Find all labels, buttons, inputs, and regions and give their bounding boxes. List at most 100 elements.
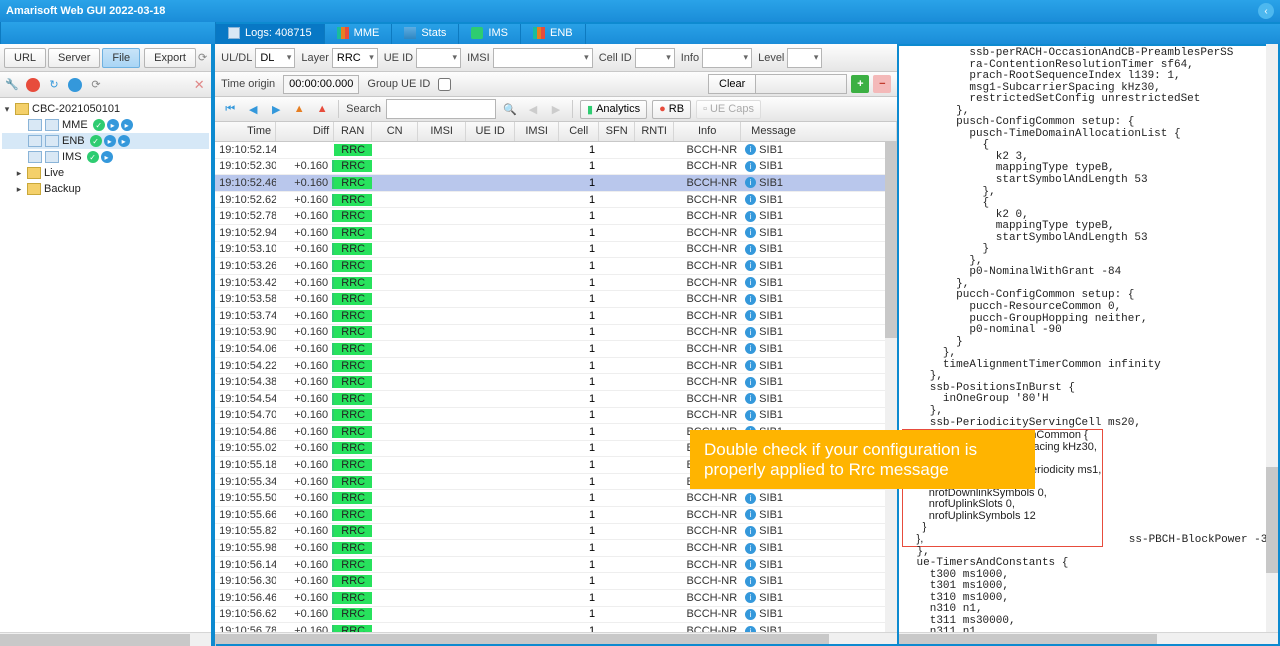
col-message[interactable]: Message — [741, 122, 897, 141]
col-rnti[interactable]: RNTI — [635, 122, 674, 141]
file-tree: ▾ CBC-2021050101 MME✓▸▸ENB✓▸▸IMS✓▸ ▸ Liv… — [0, 98, 211, 632]
table-vscroll[interactable] — [885, 142, 897, 632]
tree-root[interactable]: ▾ CBC-2021050101 — [2, 101, 209, 117]
error-icon[interactable]: ▲ — [313, 100, 331, 118]
info-icon: i — [745, 177, 756, 188]
table-row[interactable]: 19:10:55.821+0.160RRC1BCCH-NRiSIB1 — [215, 524, 897, 541]
table-row[interactable]: 19:10:55.661+0.160RRC1BCCH-NRiSIB1 — [215, 507, 897, 524]
tree-live[interactable]: ▸ Live — [2, 165, 209, 181]
analytics-button[interactable]: ▮Analytics — [580, 100, 647, 119]
col-cell[interactable]: Cell — [559, 122, 599, 141]
check-badge-icon[interactable]: ✓ — [87, 151, 99, 163]
search-prev-icon[interactable]: ◀ — [524, 100, 542, 118]
cycle-icon[interactable]: ⟳ — [88, 77, 104, 93]
table-row[interactable]: 19:10:56.141+0.160RRC1BCCH-NRiSIB1 — [215, 557, 897, 574]
table-row[interactable]: 19:10:52.621+0.160RRC1BCCH-NRiSIB1 — [215, 192, 897, 209]
check-badge-icon[interactable]: ✓ — [93, 119, 105, 131]
table-row[interactable]: 19:10:54.061+0.160RRC1BCCH-NRiSIB1 — [215, 341, 897, 358]
col-info[interactable]: Info — [674, 122, 741, 141]
tab-mme[interactable]: MME — [325, 22, 393, 44]
time-origin-input[interactable]: 00:00:00.000 — [283, 75, 359, 94]
cellid-select[interactable] — [635, 48, 675, 68]
search-next-icon[interactable]: ▶ — [547, 100, 565, 118]
info-icon: i — [745, 343, 756, 354]
tree-item-enb[interactable]: ENB✓▸▸ — [2, 133, 209, 149]
play-badge-icon[interactable]: ▸ — [101, 151, 113, 163]
nav-prev-icon[interactable]: ◀ — [244, 100, 262, 118]
tab-logs-408715[interactable]: Logs: 408715 — [216, 22, 325, 44]
tree-backup[interactable]: ▸ Backup — [2, 181, 209, 197]
refresh-icon[interactable]: ⟳ — [198, 51, 207, 64]
search-input[interactable] — [386, 99, 496, 119]
table-row[interactable]: 19:10:52.461+0.160RRC1BCCH-NRiSIB1 — [215, 175, 897, 192]
table-row[interactable]: 19:10:53.261+0.160RRC1BCCH-NRiSIB1 — [215, 258, 897, 275]
imsi-select[interactable] — [493, 48, 593, 68]
server-button[interactable]: Server — [48, 48, 100, 68]
url-button[interactable]: URL — [4, 48, 46, 68]
table-row[interactable]: 19:10:54.221+0.160RRC1BCCH-NRiSIB1 — [215, 358, 897, 375]
check-badge-icon[interactable]: ✓ — [90, 135, 102, 147]
table-row[interactable]: 19:10:52.781+0.160RRC1BCCH-NRiSIB1 — [215, 208, 897, 225]
file-button[interactable]: File — [102, 48, 140, 68]
reload-icon[interactable]: ↻ — [46, 77, 62, 93]
tree-item-ims[interactable]: IMS✓▸ — [2, 149, 209, 165]
rb-button[interactable]: ●RB — [652, 100, 691, 119]
wrench-icon[interactable]: 🔧 — [4, 77, 20, 93]
table-row[interactable]: 19:10:52.941+0.160RRC1BCCH-NRiSIB1 — [215, 225, 897, 242]
globe-icon[interactable] — [68, 78, 82, 92]
uldl-select[interactable]: DL — [255, 48, 295, 68]
col-ueid[interactable]: UE ID — [466, 122, 515, 141]
table-row[interactable]: 19:10:56.781+0.160RRC1BCCH-NRiSIB1 — [215, 623, 897, 632]
warn-icon[interactable]: ▲ — [290, 100, 308, 118]
col-sfn[interactable]: SFN — [599, 122, 635, 141]
group-ueid-checkbox[interactable] — [438, 78, 451, 91]
table-row[interactable]: 19:10:53.421+0.160RRC1BCCH-NRiSIB1 — [215, 275, 897, 292]
play-badge-icon[interactable]: ▸ — [104, 135, 116, 147]
table-row[interactable]: 19:10:56.621+0.160RRC1BCCH-NRiSIB1 — [215, 607, 897, 624]
col-imsi[interactable]: IMSI — [515, 122, 559, 141]
nav-first-icon[interactable]: ⏮ — [221, 100, 239, 118]
left-hscroll[interactable] — [0, 632, 211, 646]
col-imsi[interactable]: IMSI — [418, 122, 466, 141]
table-row[interactable]: 19:10:53.101+0.160RRC1BCCH-NRiSIB1 — [215, 242, 897, 259]
play-badge-icon[interactable]: ▸ — [121, 119, 133, 131]
table-row[interactable]: 19:10:53.741+0.160RRC1BCCH-NRiSIB1 — [215, 308, 897, 325]
layer-select[interactable]: RRC — [332, 48, 378, 68]
table-row[interactable]: 19:10:55.501+0.160RRC1BCCH-NRiSIB1 — [215, 490, 897, 507]
search-icon[interactable]: 🔍 — [501, 100, 519, 118]
info-select[interactable] — [702, 48, 752, 68]
stop-icon[interactable] — [26, 78, 40, 92]
table-row[interactable]: 19:10:52.301+0.160RRC1BCCH-NRiSIB1 — [215, 159, 897, 176]
clear-combo[interactable]: Clear — [708, 74, 847, 94]
table-row[interactable]: 19:10:54.701+0.160RRC1BCCH-NRiSIB1 — [215, 408, 897, 425]
ueid-select[interactable] — [416, 48, 461, 68]
tree-item-mme[interactable]: MME✓▸▸ — [2, 117, 209, 133]
col-cn[interactable]: CN — [372, 122, 418, 141]
export-button[interactable]: Export — [144, 48, 196, 68]
play-badge-icon[interactable]: ▸ — [118, 135, 130, 147]
table-row[interactable]: 19:10:56.461+0.160RRC1BCCH-NRiSIB1 — [215, 590, 897, 607]
close-icon[interactable]: ✕ — [191, 77, 207, 93]
level-select[interactable] — [787, 48, 822, 68]
code-pane[interactable]: ssb-perRACH-OccasionAndCB-PreamblesPerSS… — [899, 44, 1278, 632]
table-row[interactable]: 19:10:55.981+0.160RRC1BCCH-NRiSIB1 — [215, 540, 897, 557]
table-row[interactable]: 19:10:54.541+0.160RRC1BCCH-NRiSIB1 — [215, 391, 897, 408]
tab-stats[interactable]: Stats — [392, 22, 459, 44]
detail-vscroll[interactable] — [1266, 44, 1278, 632]
table-row[interactable]: 19:10:56.301+0.160RRC1BCCH-NRiSIB1 — [215, 573, 897, 590]
add-filter-icon[interactable]: + — [851, 75, 869, 93]
table-row[interactable]: 19:10:53.901+0.160RRC1BCCH-NRiSIB1 — [215, 325, 897, 342]
tab-enb[interactable]: ENB — [521, 22, 586, 44]
table-row[interactable]: 19:10:54.381+0.160RRC1BCCH-NRiSIB1 — [215, 374, 897, 391]
table-body[interactable]: 19:10:52.141RRC1BCCH-NRiSIB119:10:52.301… — [215, 142, 897, 632]
nav-next-icon[interactable]: ▶ — [267, 100, 285, 118]
tab-ims[interactable]: IMS — [459, 22, 521, 44]
table-row[interactable]: 19:10:52.141RRC1BCCH-NRiSIB1 — [215, 142, 897, 159]
col-time[interactable]: Time — [215, 122, 276, 141]
remove-filter-icon[interactable]: − — [873, 75, 891, 93]
table-row[interactable]: 19:10:53.581+0.160RRC1BCCH-NRiSIB1 — [215, 291, 897, 308]
col-ran[interactable]: RAN — [334, 122, 372, 141]
collapse-sidebar-icon[interactable]: ‹ — [1258, 3, 1274, 19]
play-badge-icon[interactable]: ▸ — [107, 119, 119, 131]
col-diff[interactable]: Diff — [276, 122, 334, 141]
